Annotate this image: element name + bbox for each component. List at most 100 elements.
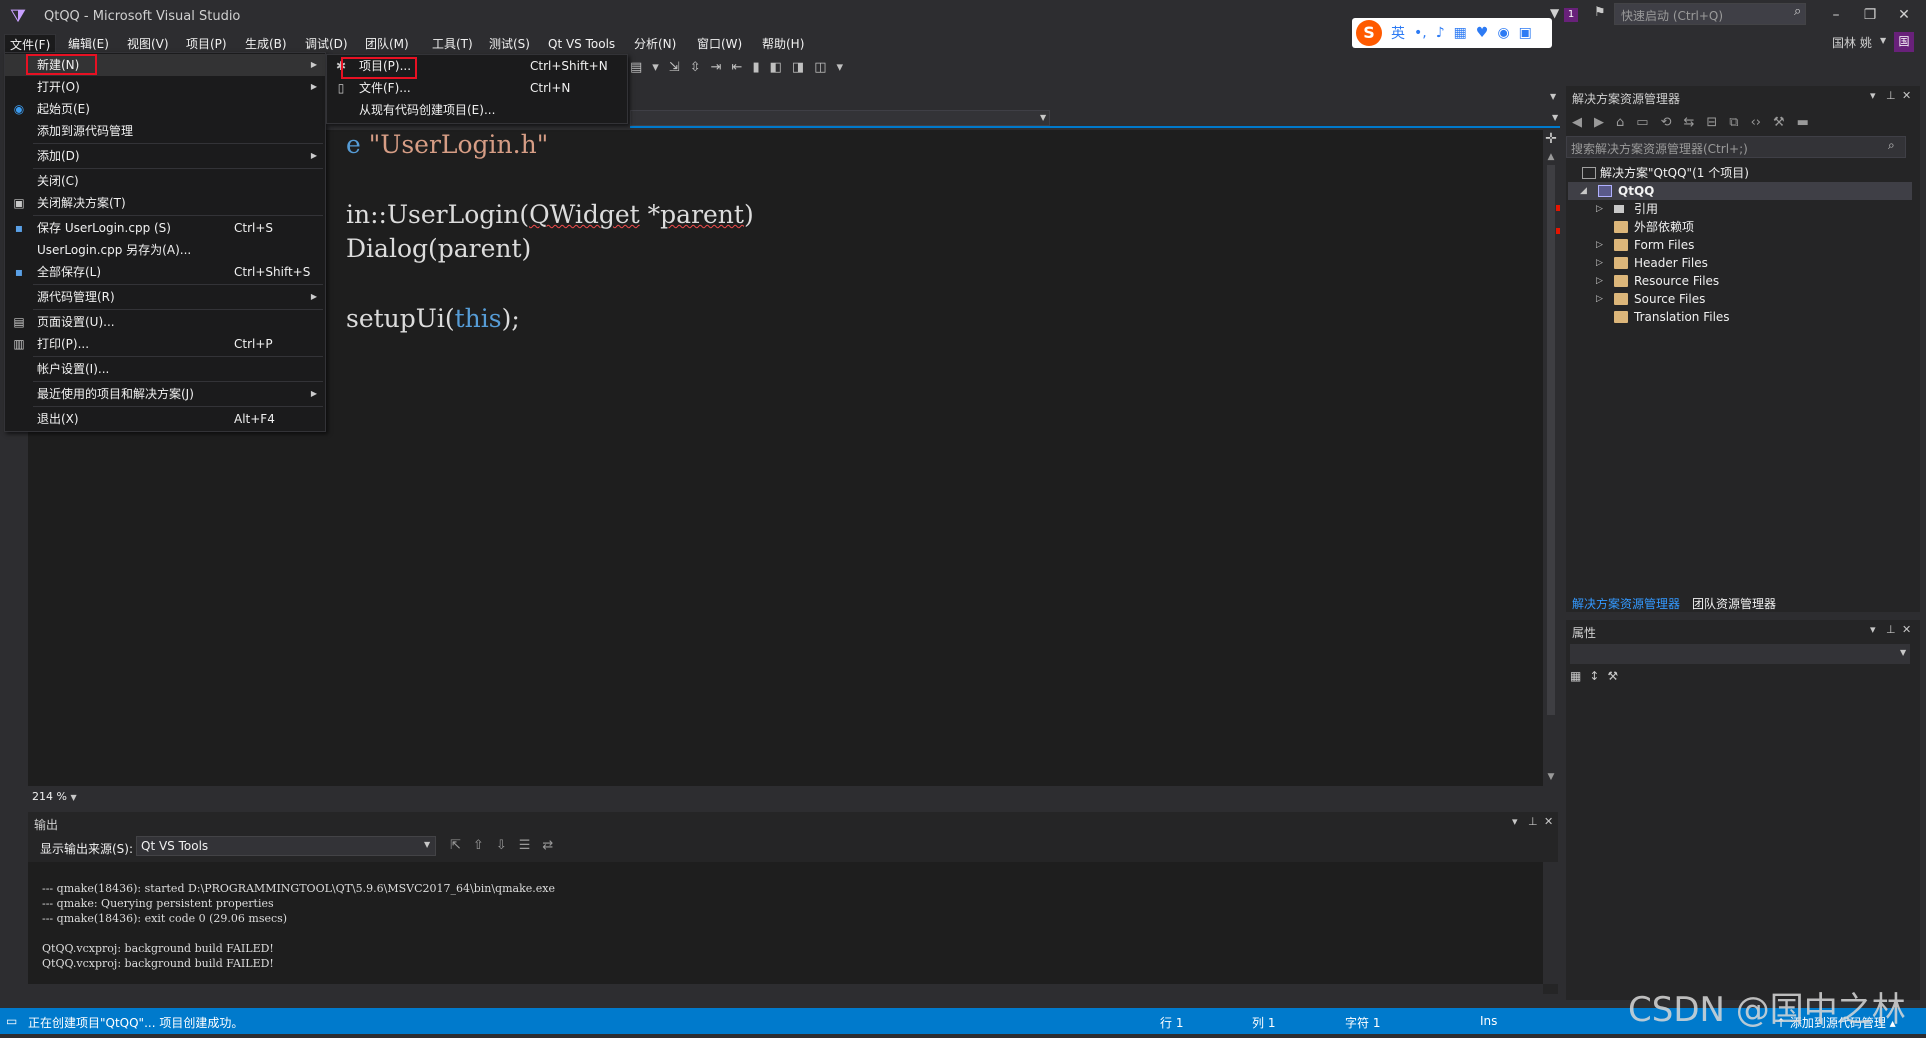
menu-tools[interactable]: 工具(T) <box>427 34 478 54</box>
chevron-down-icon[interactable]: ▼ <box>424 840 430 849</box>
tree-item-translation-files[interactable]: Translation Files <box>1568 308 1912 326</box>
new-from-existing-code-item[interactable]: 从现有代码创建项目(E)... <box>327 99 627 121</box>
chevron-right-icon[interactable]: ▷ <box>1596 200 1603 218</box>
clear-bookmark-icon[interactable]: ◫ <box>814 60 826 75</box>
menu-help[interactable]: 帮助(H) <box>757 34 809 54</box>
file-menu-save-all[interactable]: ▪ 全部保存(L) Ctrl+Shift+S <box>5 261 325 283</box>
properties-wrench-icon[interactable]: ⚒ <box>1773 115 1785 130</box>
pin-icon[interactable]: ⊥ <box>1528 815 1538 828</box>
close-icon[interactable]: ✕ <box>1902 89 1911 102</box>
expanded-arrow-icon[interactable]: ◢ <box>1580 182 1587 200</box>
step-into-icon[interactable]: ⇲ <box>669 60 680 75</box>
editor-horizontal-scrollbar[interactable] <box>28 786 1543 804</box>
close-icon[interactable]: ✕ <box>1902 623 1911 636</box>
find-message-icon[interactable]: ⇱ <box>450 838 461 853</box>
code-line[interactable]: e "UserLogin.h" <box>346 130 548 159</box>
forward-icon[interactable]: ▶ <box>1594 115 1604 130</box>
notification-badge[interactable]: 1 <box>1564 8 1578 22</box>
code-line[interactable]: setupUi(this); <box>346 304 520 333</box>
panel-dropdown-icon[interactable]: ▾ <box>1870 623 1876 636</box>
solution-search-input[interactable]: 搜索解决方案资源管理器(Ctrl+;) <box>1566 136 1906 158</box>
tab-solution-explorer[interactable]: 解决方案资源管理器 <box>1572 594 1680 614</box>
sync-icon[interactable]: ⇆ <box>1683 115 1694 130</box>
property-pages-icon[interactable]: ⚒ <box>1607 669 1618 683</box>
dropdown-icon[interactable]: ▾ <box>652 60 659 75</box>
panel-dropdown-icon[interactable]: ▾ <box>1870 89 1876 102</box>
file-menu-save[interactable]: ▪ 保存 UserLogin.cpp (S) Ctrl+S <box>5 217 325 239</box>
file-menu-page-setup[interactable]: ▤ 页面设置(U)... <box>5 311 325 333</box>
quick-launch-input[interactable]: 快速启动 (Ctrl+Q) <box>1614 3 1806 25</box>
menu-analyze[interactable]: 分析(N) <box>629 34 681 54</box>
categorized-icon[interactable]: ▦ <box>1570 669 1581 683</box>
home-icon[interactable]: ⌂ <box>1616 115 1624 130</box>
next-bookmark-icon[interactable]: ◨ <box>792 60 804 75</box>
file-menu-add-to-source-control[interactable]: 添加到源代码管理 <box>5 120 325 142</box>
menu-project[interactable]: 项目(P) <box>181 34 232 54</box>
file-menu-recent[interactable]: 最近使用的项目和解决方案(J) ▶ <box>5 383 325 405</box>
file-menu-start-page[interactable]: ◉ 起始页(E) <box>5 98 325 120</box>
clear-all-icon[interactable]: ☰ <box>519 838 531 853</box>
search-icon[interactable]: ⌕ <box>1794 4 1801 19</box>
switch-views-icon[interactable]: ▭ <box>1636 115 1648 130</box>
menu-view[interactable]: 视图(V) <box>122 34 174 54</box>
solution-node[interactable]: 解决方案"QtQQ"(1 个项目) <box>1578 164 1908 182</box>
new-file-item[interactable]: ▯ 文件(F)... Ctrl+N <box>327 77 627 99</box>
step-over-icon[interactable]: ⇳ <box>690 60 701 75</box>
back-icon[interactable]: ◀ <box>1572 115 1582 130</box>
avatar[interactable]: 国 <box>1894 32 1914 52</box>
tab-overflow-icon[interactable]: ▼ <box>1550 92 1556 101</box>
menu-test[interactable]: 测试(S) <box>484 34 535 54</box>
history-icon[interactable]: ⟲ <box>1661 115 1672 130</box>
file-menu-open[interactable]: 打开(O) ▶ <box>5 76 325 98</box>
toolbox-icon[interactable]: ▣ <box>1519 25 1532 41</box>
menu-debug[interactable]: 调试(D) <box>300 34 353 54</box>
chevron-right-icon[interactable]: ▷ <box>1596 272 1603 290</box>
open-folder-icon[interactable]: ▤ <box>630 60 642 75</box>
user-dropdown-icon[interactable]: ▼ <box>1880 36 1886 45</box>
menu-window[interactable]: 窗口(W) <box>692 34 747 54</box>
search-icon[interactable]: ⌕ <box>1888 138 1895 153</box>
panel-dropdown-icon[interactable]: ▾ <box>1512 815 1518 828</box>
scroll-down-icon[interactable]: ▼ <box>1543 772 1559 782</box>
restore-button[interactable]: ❐ <box>1856 4 1884 26</box>
file-menu-print[interactable]: ▥ 打印(P)... Ctrl+P <box>5 333 325 355</box>
scroll-up-icon[interactable]: ▲ <box>1543 152 1559 162</box>
navbar-dropdown-icon[interactable]: ▼ <box>1040 113 1046 122</box>
chevron-right-icon[interactable]: ▷ <box>1596 236 1603 254</box>
output-text-area[interactable]: --- qmake(18436): started D:\PROGRAMMING… <box>28 862 1543 984</box>
file-menu-save-as[interactable]: UserLogin.cpp 另存为(A)... <box>5 239 325 261</box>
file-menu-exit[interactable]: 退出(X) Alt+F4 <box>5 408 325 430</box>
output-horizontal-scrollbar[interactable] <box>28 984 1543 998</box>
next-message-icon[interactable]: ⇩ <box>496 838 507 853</box>
menu-build[interactable]: 生成(B) <box>240 34 292 54</box>
feedback-icon[interactable]: ⚑ <box>1594 5 1606 20</box>
tab-team-explorer[interactable]: 团队资源管理器 <box>1692 594 1776 614</box>
tree-item-references[interactable]: ▷ 引用 <box>1568 200 1912 218</box>
preview-icon[interactable]: ▬ <box>1797 115 1809 130</box>
code-line[interactable]: Dialog(parent) <box>346 234 531 263</box>
editor-navigation-bar[interactable] <box>630 110 1050 126</box>
show-all-files-icon[interactable]: ⧉ <box>1729 115 1738 130</box>
file-menu-close-solution[interactable]: ▣ 关闭解决方案(T) <box>5 192 325 214</box>
code-line[interactable]: in::UserLogin(QWidget *parent) <box>346 200 754 229</box>
project-node[interactable]: ◢ QtQQ <box>1568 182 1912 200</box>
pin-icon[interactable]: ⊥ <box>1886 623 1896 636</box>
menu-edit[interactable]: 编辑(E) <box>63 34 114 54</box>
tree-item-resource-files[interactable]: ▷ Resource Files <box>1568 272 1912 290</box>
notification-flag-icon[interactable]: ▼ <box>1550 6 1559 20</box>
close-window-button[interactable]: ✕ <box>1890 4 1918 26</box>
toolbar-overflow-icon[interactable]: ▾ <box>837 60 844 75</box>
file-menu-account-settings[interactable]: 帐户设置(I)... <box>5 358 325 380</box>
chat-icon[interactable]: ◉ <box>1497 25 1509 41</box>
tree-item-external-deps[interactable]: 外部依赖项 <box>1568 218 1912 236</box>
properties-object-select[interactable] <box>1570 644 1910 664</box>
file-menu-source-control[interactable]: 源代码管理(R) ▶ <box>5 286 325 308</box>
file-menu-close[interactable]: 关闭(C) <box>5 170 325 192</box>
menu-qt-vs-tools[interactable]: Qt VS Tools <box>543 34 620 54</box>
zoom-level-select[interactable]: 214 % ▼ <box>32 790 94 804</box>
editor-scroll-thumb[interactable] <box>1547 165 1555 715</box>
indent-icon[interactable]: ⇥ <box>711 60 722 75</box>
menu-file[interactable]: 文件(F) <box>4 34 57 54</box>
file-menu-add[interactable]: 添加(D) ▶ <box>5 145 325 167</box>
menu-team[interactable]: 团队(M) <box>360 34 414 54</box>
